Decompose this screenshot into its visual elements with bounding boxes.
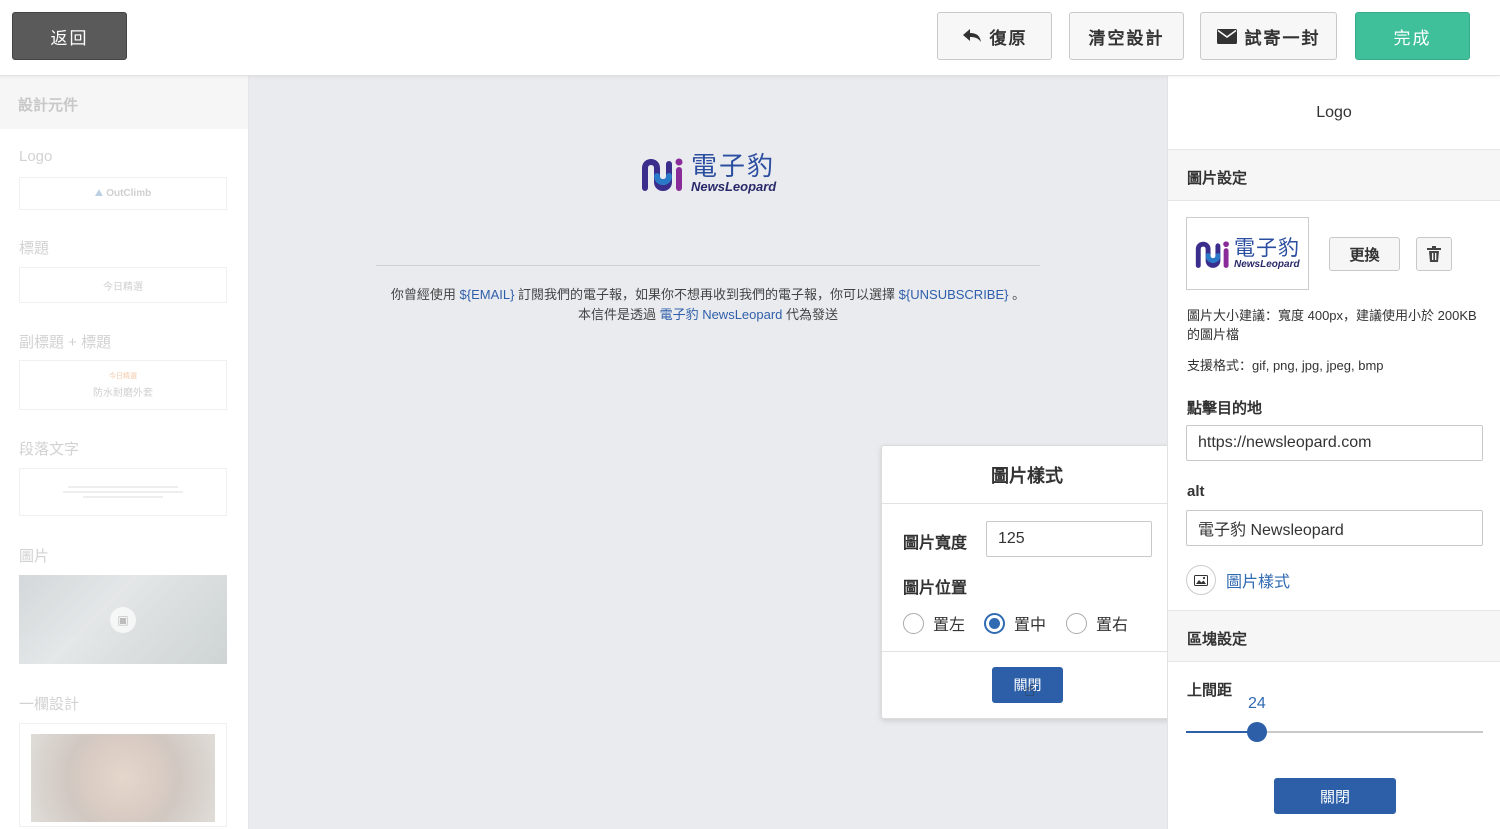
image-width-value: 125 — [998, 530, 1025, 547]
component-label-image: 圖片 — [19, 548, 50, 565]
click-destination-value: https://newsleopard.com — [1198, 434, 1372, 451]
footer-text: 本信件是透過 — [577, 307, 660, 322]
radio-button[interactable] — [1066, 612, 1087, 634]
radio-button[interactable] — [903, 612, 924, 634]
component-subheading-preview: 防水耐磨外套 — [93, 388, 153, 399]
thumbnail-text-english: NewsLeopard — [1234, 258, 1300, 270]
slider-thumb[interactable] — [1247, 722, 1267, 742]
hand-cursor-icon: ☝ — [1024, 680, 1035, 700]
component-logo-preview: OutClimb — [106, 188, 152, 199]
alt-input[interactable]: 電子豹 Newsleopard — [1186, 510, 1483, 546]
paragraph-placeholder-line — [63, 491, 183, 493]
component-sidebar: 設計元件 Logo ⛰ OutClimb 標題 今日精選 副標題 + 標題 今日… — [0, 76, 249, 829]
image-style-link[interactable]: 圖片樣式 — [1186, 565, 1290, 595]
newsleopard-link[interactable]: 電子豹 NewsLeopard — [660, 307, 783, 322]
envelope-icon — [1216, 28, 1237, 44]
back-button-label: 返回 — [50, 28, 89, 48]
logo-thumbnail: 電子豹 NewsLeopard — [1186, 217, 1309, 290]
clear-design-label: 清空設計 — [1088, 28, 1165, 48]
delete-image-button[interactable] — [1416, 237, 1452, 271]
image-style-popup: 圖片樣式 圖片寬度 125 圖片位置 置左 置中 置右 關閉 ☝ — [881, 445, 1173, 719]
paragraph-placeholder-line — [83, 496, 163, 498]
footer-line-1: 你曾經使用 ${EMAIL} 訂閱我們的電子報，如果你不想再收到我們的電子報，你… — [249, 284, 1167, 303]
panel-close-label: 關閉 — [1319, 788, 1350, 806]
paragraph-placeholder-line — [68, 486, 178, 488]
component-heading[interactable]: 今日精選 — [19, 267, 227, 303]
radio-align-right[interactable]: 置右 — [1066, 611, 1128, 635]
component-label-paragraph: 段落文字 — [19, 441, 80, 458]
radio-align-left[interactable]: 置左 — [903, 611, 965, 635]
component-label-heading: 標題 — [19, 240, 50, 257]
radio-label: 置左 — [933, 617, 966, 634]
component-subheading-preview-sub: 今日精選 — [109, 373, 137, 380]
image-icon: ▣ — [110, 606, 136, 633]
unsubscribe-merge-tag: ${UNSUBSCRIBE} — [898, 287, 1009, 302]
top-spacing-label: 上間距 — [1187, 682, 1233, 699]
footer-text: 。 — [1008, 287, 1026, 302]
newsleopard-logo-icon — [1195, 240, 1229, 268]
radio-button-selected[interactable] — [984, 612, 1005, 634]
top-spacing-value: 24 — [1248, 695, 1266, 712]
image-width-input[interactable]: 125 — [986, 521, 1152, 557]
image-format-hint: 支援格式：gif, png, jpg, jpeg, bmp — [1187, 358, 1384, 373]
outclimb-logo-icon: ⛰ — [94, 188, 104, 199]
component-paragraph[interactable] — [19, 468, 227, 516]
footer-text: 你曾經使用 — [390, 287, 460, 302]
done-button[interactable]: 完成 — [1355, 12, 1470, 60]
radio-label: 置右 — [1096, 617, 1129, 634]
newsleopard-logo-text: 電子豹 NewsLeopard — [691, 153, 776, 195]
settings-panel: Logo 圖片設定 電子豹 NewsLeopard 更換 圖片大小建議：寬度 4… — [1167, 76, 1500, 829]
component-label-subheading: 副標題 + 標題 — [19, 334, 112, 351]
test-send-button[interactable]: 試寄一封 — [1200, 12, 1337, 60]
undo-button[interactable]: 復原 — [937, 12, 1052, 60]
newsleopard-logo-icon — [642, 158, 683, 191]
sidebar-header: 設計元件 — [0, 76, 248, 129]
radio-align-center[interactable]: 置中 — [984, 611, 1046, 635]
footer-line-2: 本信件是透過 電子豹 NewsLeopard 代為發送 — [249, 304, 1167, 323]
radio-label: 置中 — [1014, 617, 1047, 634]
clear-design-button[interactable]: 清空設計 — [1069, 12, 1184, 60]
alt-label: alt — [1187, 483, 1205, 500]
footer-divider — [376, 265, 1040, 266]
undo-button-label: 復原 — [989, 28, 1028, 48]
settings-panel-title: Logo — [1168, 76, 1500, 150]
thumbnail-text-chinese: 電子豹 — [1234, 236, 1300, 260]
component-label-one-column: 一欄設計 — [19, 696, 80, 713]
click-destination-input[interactable]: https://newsleopard.com — [1186, 425, 1483, 461]
popup-title: 圖片樣式 — [882, 446, 1172, 504]
component-image[interactable]: ▣ — [19, 575, 227, 664]
top-spacing-slider[interactable] — [1186, 722, 1483, 742]
logo-text-english: NewsLeopard — [691, 179, 777, 194]
image-width-label: 圖片寬度 — [903, 535, 968, 552]
image-position-label: 圖片位置 — [903, 580, 968, 597]
logo-text-chinese: 電子豹 — [691, 151, 776, 181]
test-send-label: 試寄一封 — [1244, 28, 1321, 48]
image-settings-header: 圖片設定 — [1168, 149, 1500, 201]
image-icon — [1186, 565, 1216, 595]
email-merge-tag: ${EMAIL} — [459, 287, 515, 302]
component-logo[interactable]: ⛰ OutClimb — [19, 177, 227, 210]
click-destination-label: 點擊目的地 — [1187, 400, 1263, 417]
replace-image-button[interactable]: 更換 — [1329, 237, 1400, 271]
footer-text: 代為發送 — [782, 307, 839, 322]
panel-close-button[interactable]: 關閉 — [1274, 778, 1396, 814]
done-button-label: 完成 — [1393, 28, 1432, 48]
alt-value: 電子豹 Newsleopard — [1198, 522, 1344, 539]
trash-icon — [1427, 246, 1441, 262]
undo-arrow-icon — [962, 29, 981, 42]
component-subheading[interactable]: 今日精選 防水耐磨外套 — [19, 360, 227, 410]
top-toolbar: 返回 復原 清空設計 試寄一封 完成 — [0, 0, 1500, 76]
popup-divider — [882, 651, 1172, 652]
thumbnail-logo-text: 電子豹 NewsLeopard — [1234, 238, 1300, 270]
back-button[interactable]: 返回 — [12, 12, 127, 60]
replace-image-label: 更換 — [1349, 246, 1380, 264]
image-size-hint: 圖片大小建議：寬度 400px，建議使用小於 200KB 的圖片檔 — [1187, 308, 1477, 342]
component-label-logo: Logo — [19, 148, 53, 165]
footer-text: 訂閱我們的電子報，如果你不想再收到我們的電子報，你可以選擇 — [514, 287, 899, 302]
one-column-preview-image — [31, 734, 215, 822]
component-heading-preview: 今日精選 — [103, 281, 143, 293]
newsleopard-logo[interactable]: 電子豹 NewsLeopard — [641, 152, 776, 196]
block-settings-header: 區塊設定 — [1168, 610, 1500, 662]
image-style-link-label: 圖片樣式 — [1226, 574, 1291, 591]
